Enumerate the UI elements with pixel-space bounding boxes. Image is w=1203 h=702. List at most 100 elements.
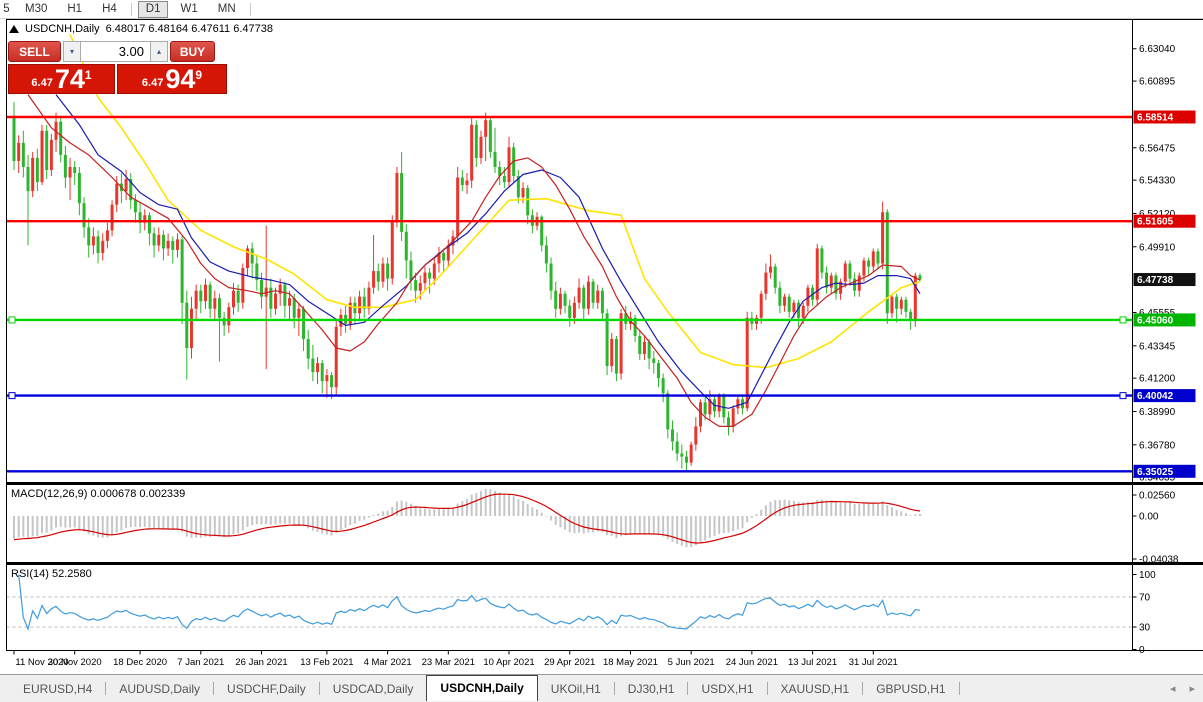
macd-histogram-bar bbox=[214, 516, 216, 536]
candle-body bbox=[820, 248, 823, 272]
macd-histogram-bar bbox=[158, 516, 160, 529]
candle-body bbox=[494, 152, 497, 167]
macd-histogram-bar bbox=[186, 516, 188, 537]
macd-histogram-bar bbox=[373, 515, 375, 516]
macd-histogram-bar bbox=[261, 516, 263, 524]
macd-histogram-bar bbox=[629, 516, 631, 534]
rsi-tick-label: 30 bbox=[1139, 623, 1151, 634]
macd-histogram-bar bbox=[429, 509, 431, 516]
macd-histogram-bar bbox=[643, 516, 645, 534]
candle-body bbox=[330, 375, 333, 387]
panel-separator[interactable] bbox=[7, 562, 1203, 565]
macd-histogram-bar bbox=[345, 516, 347, 528]
tab-xauusd-h1[interactable]: XAUUSD,H1 bbox=[768, 677, 863, 701]
buy-button[interactable]: BUY bbox=[170, 41, 215, 62]
macd-histogram-bar bbox=[517, 499, 519, 516]
macd-histogram-bar bbox=[176, 516, 178, 529]
macd-histogram-bar bbox=[321, 516, 323, 534]
macd-histogram-bar bbox=[550, 516, 552, 521]
macd-histogram-bar bbox=[681, 516, 683, 546]
tab-gbpusd-h1[interactable]: GBPUSD,H1 bbox=[863, 677, 958, 701]
tab-eurusd-h4[interactable]: EURUSD,H4 bbox=[10, 677, 105, 701]
timeframe-button-m30[interactable]: M30 bbox=[17, 1, 55, 18]
sell-button[interactable]: SELL bbox=[8, 41, 61, 62]
macd-histogram-bar bbox=[877, 504, 879, 516]
candle-body bbox=[895, 297, 898, 309]
macd-histogram-bar bbox=[396, 501, 398, 516]
candle-body bbox=[237, 291, 240, 303]
candle-body bbox=[522, 188, 525, 197]
tab-divider bbox=[959, 682, 960, 695]
candle-body bbox=[92, 236, 95, 245]
macd-histogram-bar bbox=[485, 489, 487, 516]
candle-body bbox=[283, 285, 286, 306]
date-label: 10 Apr 2021 bbox=[483, 657, 534, 668]
timeframe-button-h1[interactable]: H1 bbox=[59, 1, 90, 18]
lot-decrease-button[interactable]: ▾ bbox=[63, 41, 80, 62]
line-handle[interactable] bbox=[1120, 393, 1126, 399]
macd-histogram-bar bbox=[849, 502, 851, 516]
macd-histogram-bar bbox=[368, 516, 370, 518]
sell-price-big: 74 bbox=[55, 65, 85, 93]
macd-histogram-bar bbox=[27, 516, 29, 538]
one-click-collapse-icon[interactable] bbox=[9, 25, 19, 33]
timeframe-button-d1[interactable]: D1 bbox=[138, 1, 169, 18]
price-line-label-text: 6.47738 bbox=[1137, 275, 1174, 286]
candle-body bbox=[648, 342, 651, 359]
lot-increase-button[interactable]: ▴ bbox=[151, 41, 168, 62]
macd-histogram-bar bbox=[293, 516, 295, 525]
line-handle[interactable] bbox=[9, 393, 15, 399]
timeframe-button-m5[interactable]: 5 bbox=[0, 1, 13, 18]
candle-body bbox=[690, 445, 693, 463]
candle-body bbox=[890, 297, 893, 314]
buy-price-box[interactable]: 6.47 94 9 bbox=[117, 64, 227, 94]
macd-histogram-bar bbox=[18, 516, 20, 537]
candle-body bbox=[171, 241, 174, 250]
timeframe-button-mn[interactable]: MN bbox=[210, 1, 244, 18]
tab-dj30-h1[interactable]: DJ30,H1 bbox=[615, 677, 688, 701]
candle-body bbox=[867, 260, 870, 266]
tab-usdcnh-daily[interactable]: USDCNH,Daily bbox=[426, 675, 537, 701]
macd-histogram-bar bbox=[317, 516, 319, 532]
macd-histogram-bar bbox=[695, 516, 697, 545]
candle-body bbox=[78, 173, 81, 203]
sell-price-prefix: 6.47 bbox=[31, 77, 52, 89]
tab-usdcad-daily[interactable]: USDCAD,Daily bbox=[320, 677, 427, 701]
tab-usdx-h1[interactable]: USDX,H1 bbox=[688, 677, 766, 701]
candle-body bbox=[615, 339, 618, 374]
line-handle[interactable] bbox=[1120, 317, 1126, 323]
sell-price-box[interactable]: 6.47 74 1 bbox=[8, 64, 115, 94]
candle-body bbox=[50, 140, 53, 170]
macd-histogram-bar bbox=[891, 507, 893, 516]
panel-separator[interactable] bbox=[7, 482, 1203, 485]
macd-histogram-bar bbox=[275, 516, 277, 524]
timeframe-button-h4[interactable]: H4 bbox=[94, 1, 125, 18]
tab-scroll-left-icon[interactable]: ◂ bbox=[1170, 682, 1176, 695]
macd-histogram-bar bbox=[704, 516, 706, 541]
macd-histogram-bar bbox=[401, 501, 403, 516]
tab-scroll-right-icon[interactable]: ▸ bbox=[1189, 682, 1195, 695]
macd-histogram-bar bbox=[289, 516, 291, 524]
tab-ukoil-h1[interactable]: UKOil,H1 bbox=[538, 677, 614, 701]
candle-body bbox=[288, 298, 291, 306]
line-handle[interactable] bbox=[9, 317, 15, 323]
macd-histogram-bar bbox=[419, 508, 421, 516]
chart-canvas[interactable]: 6.630406.608956.564756.543306.521206.499… bbox=[6, 19, 1203, 674]
timeframe-button-w1[interactable]: W1 bbox=[172, 1, 205, 18]
macd-histogram-bar bbox=[270, 516, 272, 525]
candle-body bbox=[470, 125, 473, 181]
macd-histogram-bar bbox=[349, 516, 351, 525]
tab-usdchf-daily[interactable]: USDCHF,Daily bbox=[214, 677, 319, 701]
candle-body bbox=[489, 120, 492, 152]
macd-histogram-bar bbox=[639, 516, 641, 534]
lot-size-input[interactable] bbox=[80, 41, 151, 62]
candle-body bbox=[872, 251, 875, 266]
macd-histogram-bar bbox=[424, 508, 426, 516]
macd-histogram-bar bbox=[746, 516, 748, 522]
tab-audusd-daily[interactable]: AUDUSD,Daily bbox=[106, 677, 213, 701]
macd-histogram-bar bbox=[74, 516, 76, 528]
date-label: 23 Mar 2021 bbox=[422, 657, 475, 668]
candle-body bbox=[316, 363, 319, 372]
candle-body bbox=[480, 137, 483, 158]
price-line-label-text: 6.35025 bbox=[1137, 467, 1174, 478]
